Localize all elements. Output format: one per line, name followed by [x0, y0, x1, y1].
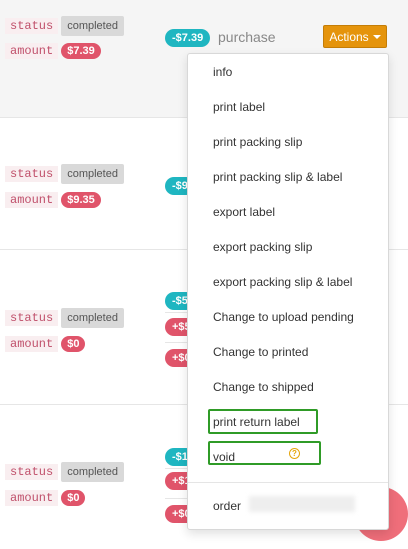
caret-down-icon — [372, 34, 381, 39]
status-key: status — [5, 18, 59, 34]
amount-field: amount $0 — [5, 336, 86, 352]
status-field: status completed — [5, 308, 124, 328]
amount-key: amount — [5, 490, 59, 506]
menu-item-print-packing-slip[interactable]: print packing slip — [188, 135, 388, 149]
amount-key: amount — [5, 192, 59, 208]
redacted-order-id — [249, 496, 355, 512]
menu-item-change-to-printed[interactable]: Change to printed — [188, 345, 388, 359]
amount-field: amount $7.39 — [5, 43, 101, 59]
menu-item-export-label[interactable]: export label — [188, 205, 388, 219]
menu-item-change-to-upload-pending[interactable]: Change to upload pending — [188, 310, 388, 324]
actions-button[interactable]: Actions — [323, 25, 387, 48]
menu-item-void[interactable]: void — [188, 450, 388, 464]
menu-item-print-label[interactable]: print label — [188, 100, 388, 114]
menu-item-export-packing-slip[interactable]: export packing slip — [188, 240, 388, 254]
status-badge: completed — [61, 164, 124, 184]
amount-key: amount — [5, 336, 59, 352]
question-circle-icon[interactable]: ? — [289, 448, 300, 459]
status-field: status completed — [5, 16, 124, 36]
menu-item-print-return-label[interactable]: print return label — [188, 415, 388, 429]
amount-field: amount $9.35 — [5, 192, 101, 208]
status-key: status — [5, 310, 59, 326]
transaction-type-label: purchase — [218, 29, 276, 45]
status-badge: completed — [61, 462, 124, 482]
amount-badge: $0 — [61, 490, 86, 506]
status-badge: completed — [61, 308, 124, 328]
transaction-amount-badge: -$7.39 — [165, 29, 211, 47]
menu-item-export-packing-slip-and-label[interactable]: export packing slip & label — [188, 275, 388, 289]
amount-badge: $7.39 — [61, 43, 101, 59]
menu-item-info[interactable]: info — [188, 65, 388, 79]
status-key: status — [5, 464, 59, 480]
status-field: status completed — [5, 462, 124, 482]
status-key: status — [5, 166, 59, 182]
status-badge: completed — [61, 16, 124, 36]
menu-divider — [188, 482, 388, 483]
amount-badge: $0 — [61, 336, 86, 352]
status-field: status completed — [5, 164, 124, 184]
amount-badge: $9.35 — [61, 192, 101, 208]
amount-key: amount — [5, 43, 59, 59]
actions-dropdown-menu: info print label print packing slip prin… — [187, 53, 389, 530]
menu-item-print-packing-slip-and-label[interactable]: print packing slip & label — [188, 170, 388, 184]
actions-button-label: Actions — [329, 29, 369, 44]
amount-field: amount $0 — [5, 490, 86, 506]
menu-item-change-to-shipped[interactable]: Change to shipped — [188, 380, 388, 394]
